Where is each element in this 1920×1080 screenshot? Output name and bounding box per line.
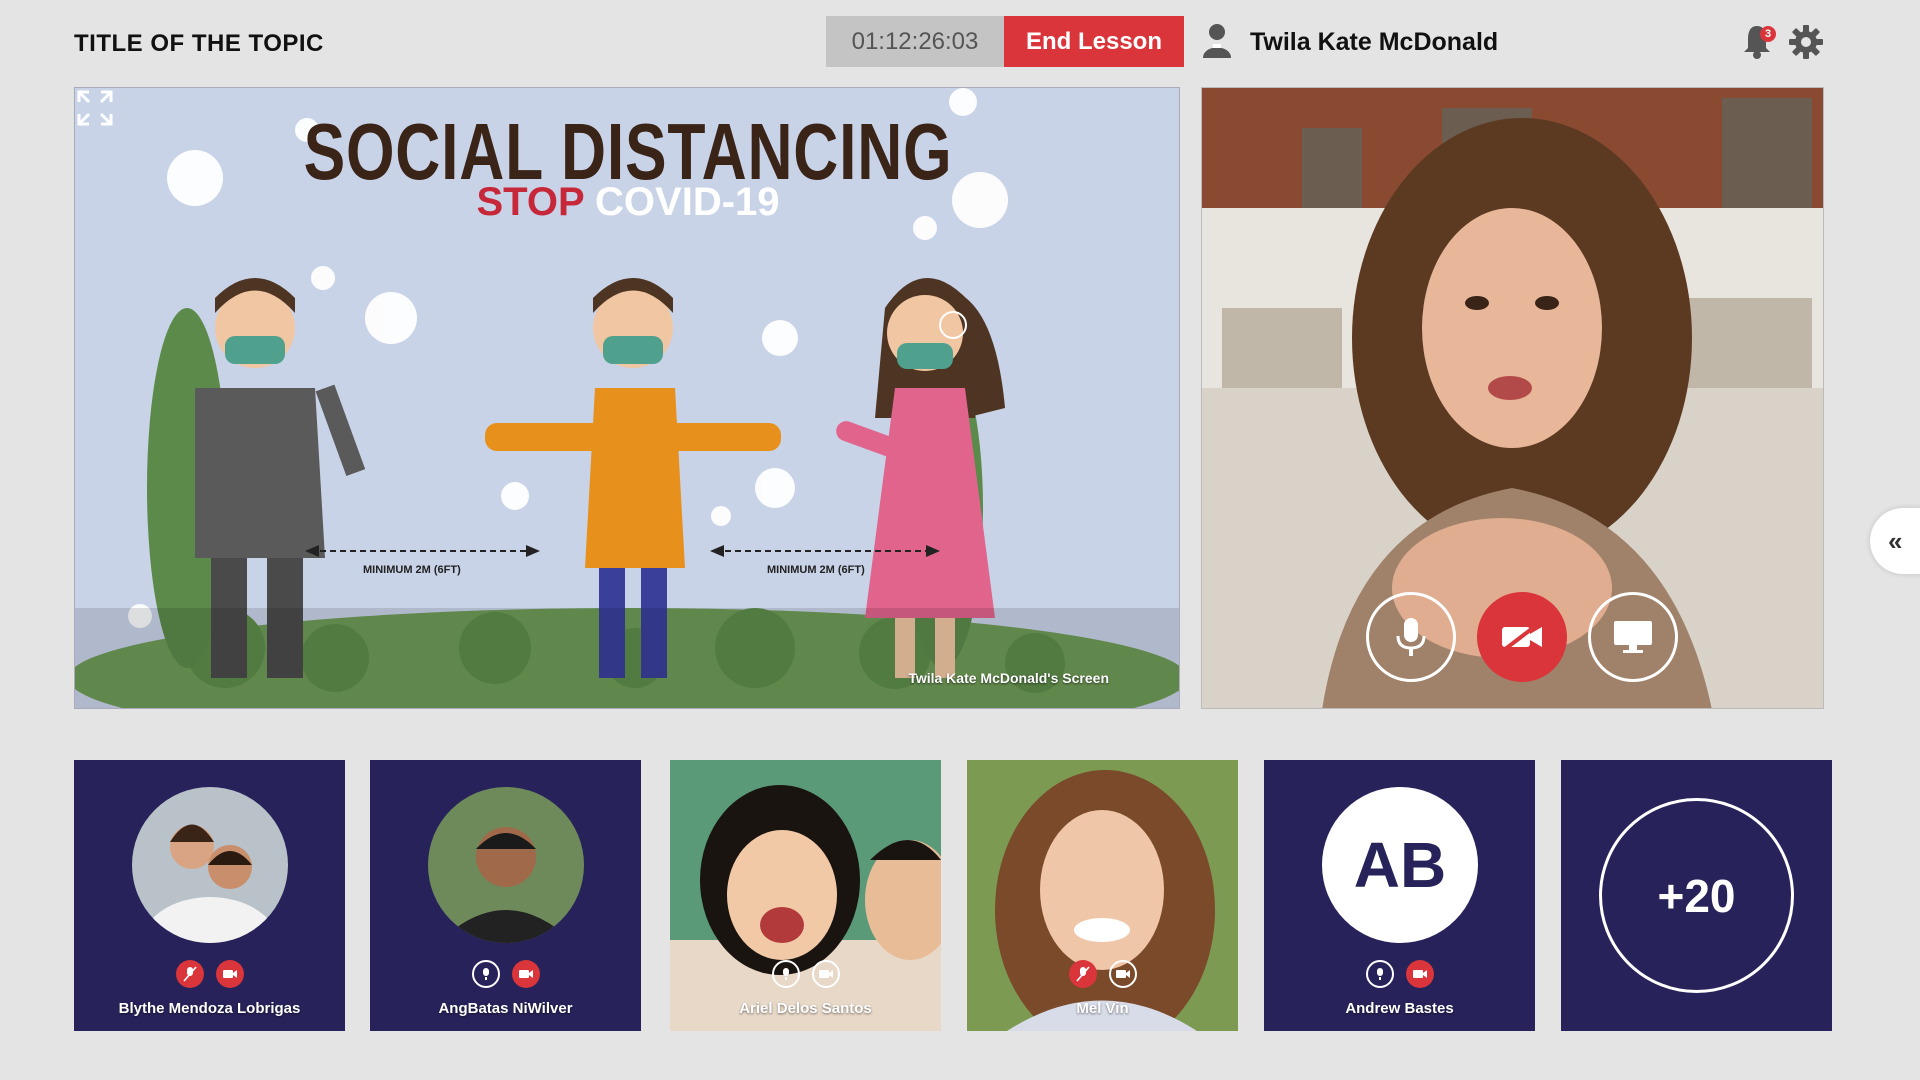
participant-status-icons: [370, 960, 641, 988]
mic-icon[interactable]: [771, 960, 800, 988]
participant-name: Ariel Delos Santos: [739, 1000, 872, 1017]
camera-off-icon[interactable]: [511, 960, 540, 988]
mic-icon: [1396, 618, 1426, 656]
collapse-panel-button[interactable]: «: [1870, 508, 1920, 574]
distance-label-right: MINIMUM 2M (6FT): [767, 564, 865, 576]
presenter-video: [1201, 87, 1824, 709]
screen-owner-label: Twila Kate McDonald's Screen: [908, 670, 1109, 686]
more-participants-tile[interactable]: +20: [1561, 760, 1832, 1031]
poster-covid-text: COVID-19: [595, 180, 780, 224]
camera-off-icon[interactable]: [215, 960, 244, 988]
participant-name: Andrew Bastes: [1345, 1000, 1454, 1017]
participant-tile[interactable]: Ariel Delos Santos: [670, 760, 941, 1031]
participant-initials-avatar: AB: [1322, 787, 1478, 943]
screen-share-icon: [1614, 621, 1652, 653]
participant-name: Blythe Mendoza Lobrigas: [118, 1000, 301, 1017]
end-lesson-button[interactable]: End Lesson: [1004, 16, 1184, 67]
settings-gear-icon[interactable]: [1788, 24, 1824, 60]
mic-icon[interactable]: [471, 960, 500, 988]
camera-icon[interactable]: [811, 960, 840, 988]
notification-badge: 3: [1760, 26, 1776, 42]
participant-name: AngBatas NiWilver: [438, 1000, 573, 1017]
participant-status-icons: [74, 960, 345, 988]
participant-tile[interactable]: AB Andrew Bastes: [1264, 760, 1535, 1031]
participant-video-feed: [967, 760, 1238, 1031]
participant-video-feed: [670, 760, 941, 1031]
distance-label-left: MINIMUM 2M (6FT): [363, 564, 461, 576]
screen-share-button[interactable]: [1588, 592, 1678, 682]
participant-status-icons: [967, 960, 1238, 988]
camera-off-icon[interactable]: [1405, 960, 1434, 988]
participant-status-icons: [670, 960, 941, 988]
topic-title: TITLE OF THE TOPIC: [74, 30, 324, 57]
double-chevron-left-icon: «: [1888, 525, 1903, 556]
more-participants-count: +20: [1599, 798, 1794, 993]
mic-muted-icon[interactable]: [175, 960, 204, 988]
user-icon: [1203, 24, 1231, 58]
participant-tile[interactable]: Blythe Mendoza Lobrigas: [74, 760, 345, 1031]
camera-icon[interactable]: [1108, 960, 1137, 988]
camera-off-icon: [1502, 622, 1542, 652]
expand-icon[interactable]: [75, 88, 115, 128]
mic-button[interactable]: [1366, 592, 1456, 682]
mic-muted-icon[interactable]: [1068, 960, 1097, 988]
participant-avatar: [428, 787, 584, 943]
participant-tile[interactable]: AngBatas NiWilver: [370, 760, 641, 1031]
participant-avatar: [132, 787, 288, 943]
poster-subtitle: STOP COVID-19: [75, 180, 1179, 225]
poster-stop-text: STOP: [476, 180, 584, 224]
lesson-timer: 01:12:26:03: [826, 16, 1004, 67]
mic-icon[interactable]: [1365, 960, 1394, 988]
participant-status-icons: [1264, 960, 1535, 988]
shared-screen[interactable]: SOCIAL DISTANCING STOP COVID-19 MINIMUM …: [74, 87, 1180, 709]
participant-name: Mel Vin: [1076, 1000, 1129, 1017]
camera-toggle-button[interactable]: [1477, 592, 1567, 682]
current-user-name: Twila Kate McDonald: [1250, 28, 1499, 56]
participant-tile[interactable]: Mel Vin: [967, 760, 1238, 1031]
